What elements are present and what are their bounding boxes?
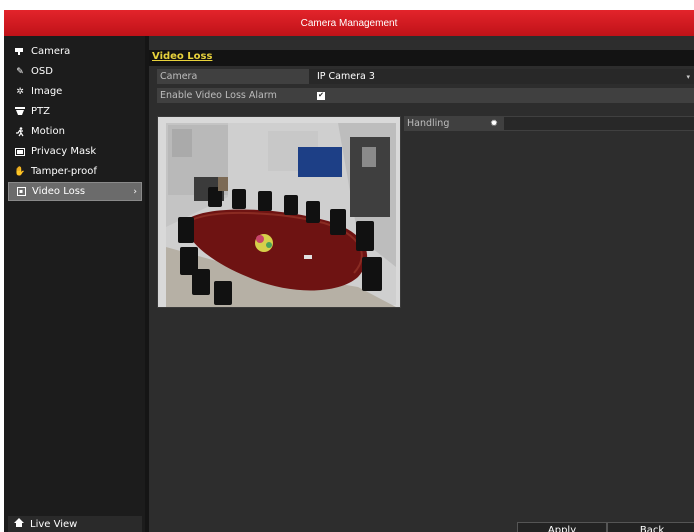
camera-preview — [157, 116, 401, 308]
enable-alarm-label: Enable Video Loss Alarm — [160, 90, 277, 101]
sidebar-item-label: Tamper-proof — [31, 166, 97, 177]
apply-button[interactable]: Apply — [517, 522, 607, 532]
sidebar-item-video-loss[interactable]: ▪ Video Loss › — [8, 182, 142, 201]
sidebar-item-label: Privacy Mask — [31, 146, 97, 157]
sidebar-item-label: OSD — [31, 66, 53, 77]
sidebar-item-label: Motion — [31, 126, 65, 137]
pencil-icon: ✎ — [16, 66, 24, 77]
conference-room-image — [158, 117, 400, 307]
mask-icon — [14, 147, 26, 156]
sidebar-item-label: Video Loss — [32, 186, 86, 197]
sidebar-item-camera[interactable]: Camera — [8, 42, 142, 61]
live-view-button[interactable]: Live View — [8, 516, 142, 532]
sidebar-item-label: Camera — [31, 46, 71, 57]
camera-select[interactable]: IP Camera 3 ▾ — [309, 69, 694, 84]
camera-management-window: Camera Management Camera ✎ OSD ✲ Image P… — [4, 10, 694, 532]
sidebar-item-tamper-proof[interactable]: ✋ Tamper-proof — [8, 162, 142, 181]
sidebar-item-privacy-mask[interactable]: Privacy Mask — [8, 142, 142, 161]
handling-label: Handling — [407, 118, 450, 129]
camera-row: Camera IP Camera 3 ▾ — [157, 69, 694, 84]
sidebar-item-motion[interactable]: Motion — [8, 122, 142, 141]
enable-alarm-row: Enable Video Loss Alarm ✔ — [157, 88, 694, 103]
handling-row: Handling ✹ — [404, 116, 694, 131]
tab-video-loss[interactable]: Video Loss — [152, 51, 212, 62]
hand-icon: ✋ — [14, 166, 26, 177]
sidebar-item-osd[interactable]: ✎ OSD — [8, 62, 142, 81]
tab-bar: Video Loss — [149, 50, 694, 66]
main-panel: Video Loss Camera IP Camera 3 ▾ Enable V… — [149, 36, 694, 532]
sidebar-item-ptz[interactable]: PTZ — [8, 102, 142, 121]
running-person-icon — [14, 126, 26, 137]
gear-icon[interactable]: ✹ — [488, 118, 500, 130]
home-icon — [14, 518, 24, 530]
window-title: Camera Management — [4, 10, 694, 36]
chevron-down-icon: ▾ — [686, 72, 690, 81]
sidebar-item-image[interactable]: ✲ Image — [8, 82, 142, 101]
enable-alarm-checkbox[interactable]: ✔ — [317, 91, 325, 100]
sidebar-item-label: Image — [31, 86, 63, 97]
brightness-icon: ✲ — [16, 86, 24, 97]
live-view-label: Live View — [30, 518, 78, 530]
video-loss-icon: ▪ — [15, 187, 27, 196]
back-button[interactable]: Back — [607, 522, 694, 532]
camera-select-value: IP Camera 3 — [317, 71, 375, 82]
camera-icon — [14, 47, 26, 56]
enable-alarm-value: ✔ — [309, 88, 694, 103]
ptz-icon — [14, 107, 26, 116]
handling-field — [504, 117, 694, 130]
chevron-right-icon: › — [133, 186, 137, 197]
sidebar: Camera ✎ OSD ✲ Image PTZ Motion Privacy — [4, 36, 145, 532]
sidebar-item-label: PTZ — [31, 106, 50, 117]
camera-label: Camera — [160, 71, 198, 82]
